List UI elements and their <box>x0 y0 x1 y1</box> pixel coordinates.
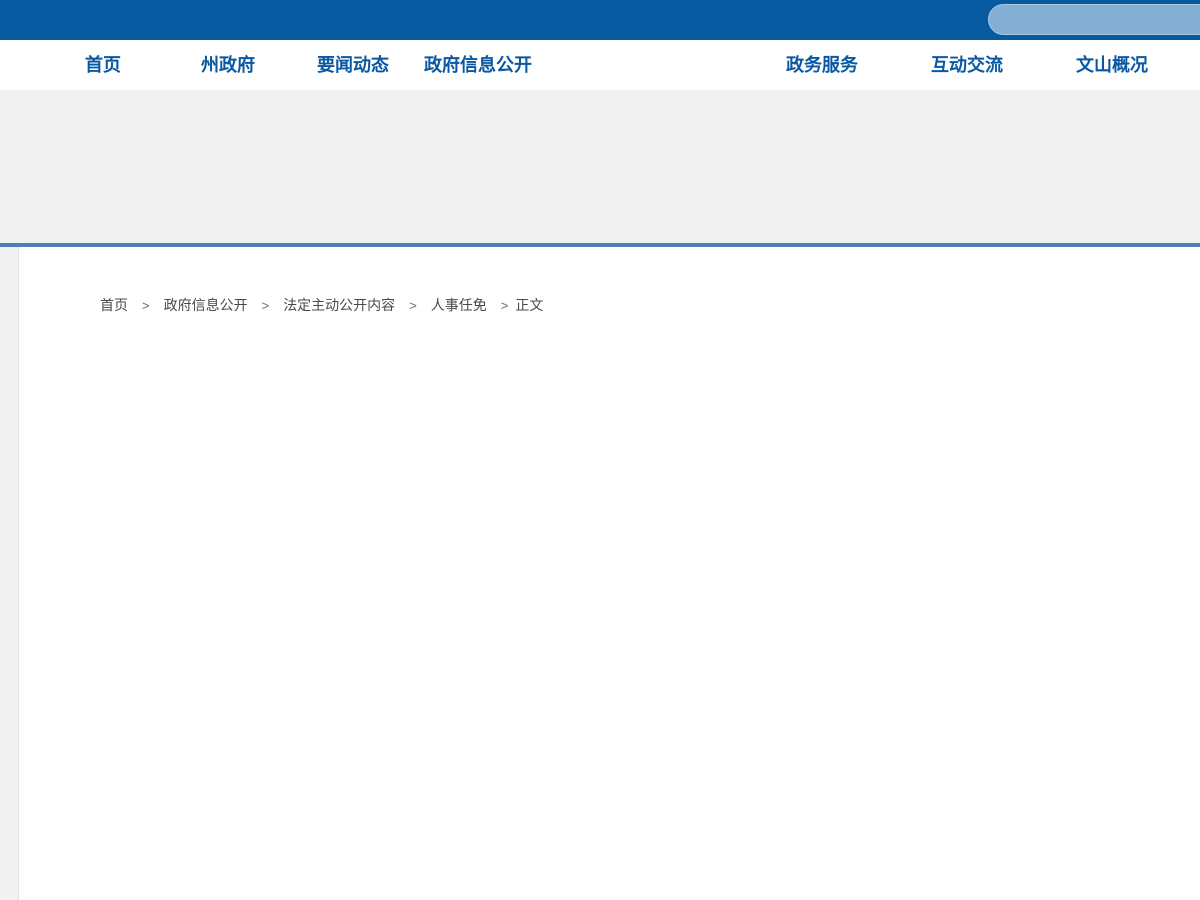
breadcrumb: 首页 > 政府信息公开 > 法定主动公开内容 > 人事任免 > 正文 <box>100 295 543 315</box>
hero-banner <box>0 90 1200 247</box>
content-area: 首页 > 政府信息公开 > 法定主动公开内容 > 人事任免 > 正文 <box>0 247 1200 900</box>
breadcrumb-separator: > <box>261 297 270 313</box>
breadcrumb-item-home[interactable]: 首页 <box>100 295 128 315</box>
search-input[interactable] <box>988 4 1200 35</box>
breadcrumb-separator: > <box>500 297 509 313</box>
nav-item-home[interactable]: 首页 <box>85 40 121 90</box>
breadcrumb-item-info-disclosure[interactable]: 政府信息公开 <box>164 295 248 315</box>
left-gutter <box>0 247 19 900</box>
nav-item-prefecture-govt[interactable]: 州政府 <box>201 40 255 90</box>
breadcrumb-item-statutory-disclosure[interactable]: 法定主动公开内容 <box>283 295 395 315</box>
nav-item-govt-services[interactable]: 政务服务 <box>786 40 858 90</box>
breadcrumb-separator: > <box>142 297 150 313</box>
breadcrumb-item-personnel[interactable]: 人事任免 <box>431 295 487 315</box>
nav-item-interaction[interactable]: 互动交流 <box>931 40 1003 90</box>
nav-item-info-disclosure[interactable]: 政府信息公开 <box>424 40 532 90</box>
top-bar <box>0 0 1200 40</box>
breadcrumb-separator: > <box>409 297 417 313</box>
main-nav: 首页 州政府 要闻动态 政府信息公开 政务服务 互动交流 文山概况 <box>0 40 1200 90</box>
nav-item-wenshan-overview[interactable]: 文山概况 <box>1076 40 1148 90</box>
breadcrumb-item-current: 正文 <box>515 297 544 313</box>
nav-item-news[interactable]: 要闻动态 <box>317 40 389 90</box>
